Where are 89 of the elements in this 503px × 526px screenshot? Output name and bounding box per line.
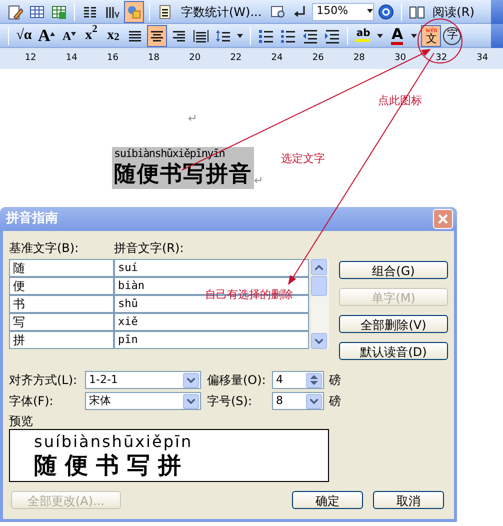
field-label: 字号(S): xyxy=(207,393,254,410)
callout-circle xyxy=(418,18,462,64)
ruler-number: 34 xyxy=(476,52,490,65)
up-chevron-icon xyxy=(315,264,323,270)
ruler-number: 32 xyxy=(434,52,448,65)
numbered-list-icon xyxy=(258,28,274,44)
toolbar-button[interactable] xyxy=(147,24,168,46)
field-label: 字体(F): xyxy=(9,393,54,410)
cancel-button[interactable]: 取消 xyxy=(373,491,444,509)
field-label: 基准文字(B): xyxy=(9,240,80,257)
base-text-field[interactable]: 随 xyxy=(9,259,114,277)
unit-label: 磅 xyxy=(329,393,341,410)
preview-label: 预览 xyxy=(9,414,34,429)
spreadsheet-icon xyxy=(51,4,67,20)
table-icon xyxy=(29,4,45,20)
toolbar-button[interactable]: ab xyxy=(353,24,374,46)
line-spacing-icon xyxy=(215,28,232,44)
toolbar-button[interactable]: 字 xyxy=(443,26,462,44)
distribute-icon xyxy=(193,28,210,44)
down-chevron-icon xyxy=(187,398,195,404)
field-label: 拼音文字(R): xyxy=(114,240,184,257)
annotation-label: 选定文字 xyxy=(281,151,325,167)
ruler-number: 22 xyxy=(229,52,243,65)
caret-icon xyxy=(366,9,373,14)
increase-indent-icon xyxy=(324,28,340,44)
ruler-number: 16 xyxy=(106,52,120,65)
toolbar-button[interactable]: x$_{2}$ xyxy=(103,24,124,46)
down-triangle-icon xyxy=(71,32,76,36)
edit-page-icon xyxy=(7,4,23,20)
base-text-field[interactable]: 写 xyxy=(9,313,114,331)
scroll-down-button[interactable] xyxy=(311,333,327,349)
base-text-field[interactable]: 书 xyxy=(9,295,114,313)
toolbar-button[interactable]: A xyxy=(387,24,408,46)
field-label: 偏移量(O): xyxy=(207,372,267,389)
bullet-list-icon xyxy=(280,28,296,44)
down-chevron-icon xyxy=(310,398,318,404)
paragraph-mark: ↵ xyxy=(188,111,198,127)
base-text-field[interactable]: 拼 xyxy=(9,331,114,349)
dropdown-field[interactable]: 宋体 xyxy=(85,392,201,410)
open-book-icon xyxy=(408,4,425,20)
pinyin-field[interactable]: pīn xyxy=(114,331,309,349)
ruler-number: 26 xyxy=(311,52,325,65)
dropdown-field[interactable]: 8 xyxy=(272,392,324,410)
toolbar-button[interactable]: 阅读(R) xyxy=(428,2,478,20)
pinyin-field[interactable]: xiě xyxy=(114,313,309,331)
paragraph-mark: ↵ xyxy=(254,172,264,188)
scrollbar[interactable] xyxy=(311,259,329,349)
decrease-indent-icon xyxy=(302,28,318,44)
caret-icon xyxy=(377,34,384,38)
toolbar-button[interactable]: x$^{2}$ xyxy=(81,24,102,46)
field-label: 对齐方式(L): xyxy=(9,372,78,389)
help-icon xyxy=(378,4,394,20)
ruler-number: 14 xyxy=(64,52,78,65)
window-title: 拼音指南 xyxy=(6,210,58,228)
drawing-icon xyxy=(126,4,142,20)
print-preview-icon xyxy=(270,4,286,20)
ok-button[interactable]: 确定 xyxy=(292,491,363,509)
dropdown-field[interactable]: 1-2-1 xyxy=(85,371,201,389)
caret-icon xyxy=(411,34,418,38)
spinner-field[interactable]: 4 xyxy=(272,371,324,389)
close-icon xyxy=(438,214,448,224)
dialog-button[interactable]: 全部删除(V) xyxy=(339,315,448,333)
down-chevron-icon xyxy=(187,378,195,382)
up-triangle-icon xyxy=(50,32,56,36)
page-icon xyxy=(157,4,173,20)
spinner-arrows-icon xyxy=(310,375,318,385)
caret-icon xyxy=(237,34,244,38)
base-text-field[interactable]: 便 xyxy=(9,277,114,295)
ruler-number: 30 xyxy=(394,52,407,65)
dialog-button[interactable]: 默认读音(D) xyxy=(339,342,448,360)
ruler-number: 24 xyxy=(270,52,284,65)
toolbar-button[interactable]: A xyxy=(36,24,58,46)
preview-pinyin: suíbiànshūxiěpīn xyxy=(34,431,194,453)
scroll-up-button[interactable] xyxy=(311,259,327,275)
toolbar-button[interactable]: A xyxy=(59,24,80,46)
ruler-number: 20 xyxy=(188,52,202,65)
toolbar-button[interactable]: 字数统计(W)... xyxy=(177,2,266,20)
scroll-thumb[interactable] xyxy=(311,276,327,296)
return-arrow-icon xyxy=(292,4,308,20)
zoom-field[interactable]: 150% xyxy=(312,2,374,20)
ruler-number: 18 xyxy=(147,52,160,65)
ruler-number: 12 xyxy=(24,52,38,65)
unit-label: 磅 xyxy=(329,372,341,389)
dialog-button[interactable]: 组合(G) xyxy=(339,261,448,279)
down-chevron-icon xyxy=(315,338,323,344)
preview-text: 随便书写拼 xyxy=(34,453,190,480)
ruler-number: 28 xyxy=(352,52,366,65)
toolbar-button[interactable]: √α xyxy=(14,24,34,46)
pinyin-field[interactable]: suí xyxy=(114,259,309,277)
